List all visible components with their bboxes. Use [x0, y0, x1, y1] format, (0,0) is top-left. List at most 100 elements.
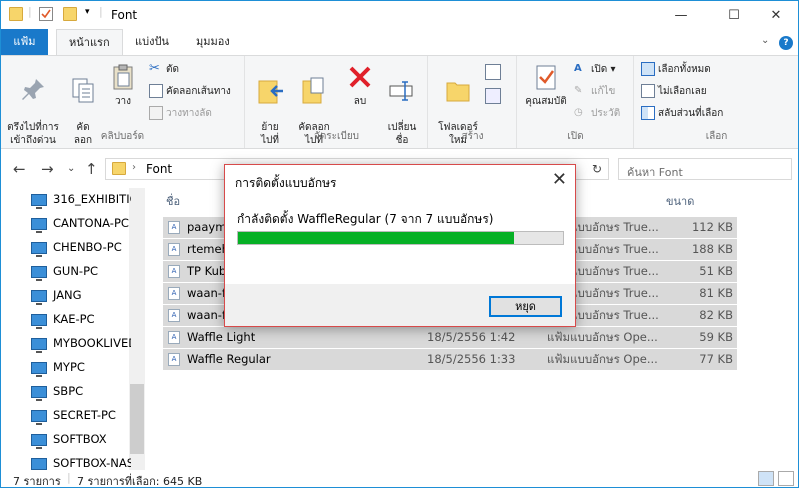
- file-name: Waffle Light: [187, 330, 256, 344]
- tab-home[interactable]: หน้าแรก: [56, 29, 123, 56]
- computer-icon: [31, 409, 47, 425]
- properties-button[interactable]: คุณสมบัติ: [522, 62, 570, 108]
- close-button[interactable]: ✕: [753, 1, 798, 29]
- paste-shortcut-button[interactable]: วางทางลัด: [149, 104, 212, 124]
- refresh-icon[interactable]: ↻: [592, 162, 602, 176]
- nav-item-computer[interactable]: CANTONA-PC: [31, 212, 131, 234]
- large-icons-view-icon[interactable]: [778, 471, 794, 486]
- computer-icon: [31, 457, 47, 473]
- tab-view[interactable]: มุมมอง: [184, 29, 242, 55]
- column-header-name[interactable]: ชื่อ: [166, 192, 180, 210]
- file-size: 82 KB: [699, 308, 733, 322]
- dialog-message: กำลังติดตั้ง WaffleRegular (7 จาก 7 แบบอ…: [237, 212, 494, 226]
- select-all-button[interactable]: เลือกทั้งหมด: [641, 60, 711, 80]
- paste-button[interactable]: วาง: [105, 62, 141, 108]
- nav-item-computer[interactable]: MYPC: [31, 356, 131, 378]
- nav-item-computer[interactable]: SOFTBOX: [31, 428, 131, 450]
- open-button[interactable]: A เปิด ▾: [574, 60, 615, 80]
- nav-item-computer[interactable]: 316_EXHIBITIO: [31, 188, 131, 210]
- breadcrumb-separator-icon: ›: [132, 162, 136, 173]
- tab-file[interactable]: แฟ้ม: [1, 29, 48, 55]
- nav-item-label: MYPC: [53, 360, 85, 374]
- stop-button[interactable]: หยุด: [489, 296, 562, 317]
- open-icon: A: [574, 63, 582, 74]
- nav-item-computer[interactable]: JANG: [31, 284, 131, 306]
- group-label-organize: จัดระเบียบ: [313, 131, 360, 142]
- back-arrow-icon[interactable]: ←: [13, 160, 26, 178]
- help-icon[interactable]: ?: [779, 36, 793, 50]
- nav-item-computer[interactable]: SBPC: [31, 380, 131, 402]
- properties-label: คุณสมบัติ: [525, 96, 567, 107]
- file-row[interactable]: A Waffle Light 18/5/2556 1:42 แฟ้มแบบอักษร …: [163, 327, 737, 348]
- nav-item-computer[interactable]: MYBOOKLIVED: [31, 332, 131, 354]
- history-button[interactable]: ◷ ประวัติ: [574, 104, 620, 124]
- up-arrow-icon[interactable]: ↑: [85, 160, 98, 178]
- search-placeholder: ค้นหา Font: [627, 166, 683, 179]
- computer-icon: [31, 193, 47, 209]
- group-label-select: เลือก: [705, 131, 728, 142]
- nav-scrollbar-thumb[interactable]: [130, 384, 144, 454]
- minimize-button[interactable]: —: [658, 1, 704, 29]
- file-name: waan-f: [187, 308, 226, 322]
- file-row[interactable]: A Waffle Regular 18/5/2556 1:33 แฟ้มแบบอักษ…: [163, 349, 737, 370]
- navigation-pane: 316_EXHIBITIO CANTONA-PC CHENBO-PC GUN-PC JA…: [1, 188, 146, 473]
- ribbon: ตรึงไปที่การ เข้าถึงด่วน คัด ลอก วาง ✂ ตั…: [1, 55, 798, 149]
- copy-path-button[interactable]: คัดลอกเส้นทาง: [149, 82, 231, 102]
- file-date: 18/5/2556 1:42: [427, 330, 516, 344]
- nav-item-computer[interactable]: CHENBO-PC: [31, 236, 131, 258]
- file-size: 81 KB: [699, 286, 733, 300]
- properties-icon: [536, 65, 556, 90]
- nav-item-computer[interactable]: GUN-PC: [31, 260, 131, 282]
- divider: |: [67, 471, 71, 484]
- forward-arrow-icon[interactable]: →: [41, 160, 54, 178]
- select-none-button[interactable]: ไม่เลือกเลย: [641, 82, 707, 102]
- new-folder-quick-icon[interactable]: [63, 7, 77, 21]
- collapse-ribbon-icon[interactable]: ⌄: [761, 35, 769, 46]
- move-to-icon: [258, 80, 283, 104]
- copy-icon: [72, 78, 94, 103]
- easy-access-icon[interactable]: [485, 88, 501, 104]
- nav-item-label: JANG: [53, 288, 82, 302]
- search-input[interactable]: ค้นหา Font: [618, 158, 792, 180]
- nav-item-label: GUN-PC: [53, 264, 99, 278]
- window-title: Font: [111, 8, 138, 22]
- quick-access-dropdown-icon[interactable]: ▾: [85, 7, 90, 17]
- scissors-icon: ✂: [149, 61, 160, 76]
- details-view-icon[interactable]: [758, 471, 774, 486]
- computer-icon: [31, 385, 47, 401]
- explorer-window: | ▾ | Font — ☐ ✕ แฟ้ม หน้าแรก แบ่งปัน มุ…: [0, 0, 799, 488]
- font-file-icon: A: [168, 243, 180, 256]
- file-name: Waffle Regular: [187, 352, 271, 366]
- delete-label: ลบ: [353, 96, 367, 107]
- group-select: เลือกทั้งหมด ไม่เลือกเลย สลับส่วนที่เลือ…: [635, 56, 798, 148]
- column-header-size[interactable]: ขนาด: [666, 192, 694, 210]
- properties-quick-icon[interactable]: [39, 7, 53, 21]
- file-type: แฟ้มแบบอักษร Ope...: [547, 352, 658, 366]
- cut-label: ตัด: [166, 64, 179, 75]
- cut-button[interactable]: ✂ ตัด: [149, 60, 179, 80]
- nav-item-label: CHENBO-PC: [53, 240, 122, 254]
- maximize-button[interactable]: ☐: [711, 1, 757, 29]
- dialog-close-icon[interactable]: ✕: [552, 169, 567, 190]
- recent-locations-icon[interactable]: ⌄: [67, 163, 75, 174]
- nav-item-computer[interactable]: KAE-PC: [31, 308, 131, 330]
- nav-item-label: SOFTBOX-NAS: [53, 456, 131, 470]
- new-item-icon[interactable]: [485, 64, 501, 80]
- nav-item-computer[interactable]: SECRET-PC: [31, 404, 131, 426]
- group-clipboard: ตรึงไปที่การ เข้าถึงด่วน คัด ลอก วาง ✂ ตั…: [1, 56, 245, 148]
- divider: |: [99, 5, 103, 18]
- nav-item-label: SOFTBOX: [53, 432, 107, 446]
- paste-shortcut-label: วางทางลัด: [166, 108, 212, 119]
- invert-selection-button[interactable]: สลับส่วนที่เลือก: [641, 104, 723, 124]
- tab-share[interactable]: แบ่งปัน: [123, 29, 181, 55]
- group-organize: ย้าย ไปที่ คัดลอก ไปที่ ลบ เปลี่ยน ชื่อ …: [246, 56, 428, 148]
- font-file-icon: A: [168, 309, 180, 322]
- install-progress-bar: [237, 231, 564, 245]
- delete-button[interactable]: ลบ: [342, 62, 378, 108]
- edit-button[interactable]: ✎ แก้ไข: [574, 82, 615, 102]
- edit-icon: ✎: [574, 85, 583, 96]
- file-name: rtemeh: [187, 242, 229, 256]
- computer-icon: [31, 361, 47, 377]
- dialog-footer: หยุด: [225, 284, 575, 326]
- dialog-title: การติดตั้งแบบอักษร: [235, 176, 337, 190]
